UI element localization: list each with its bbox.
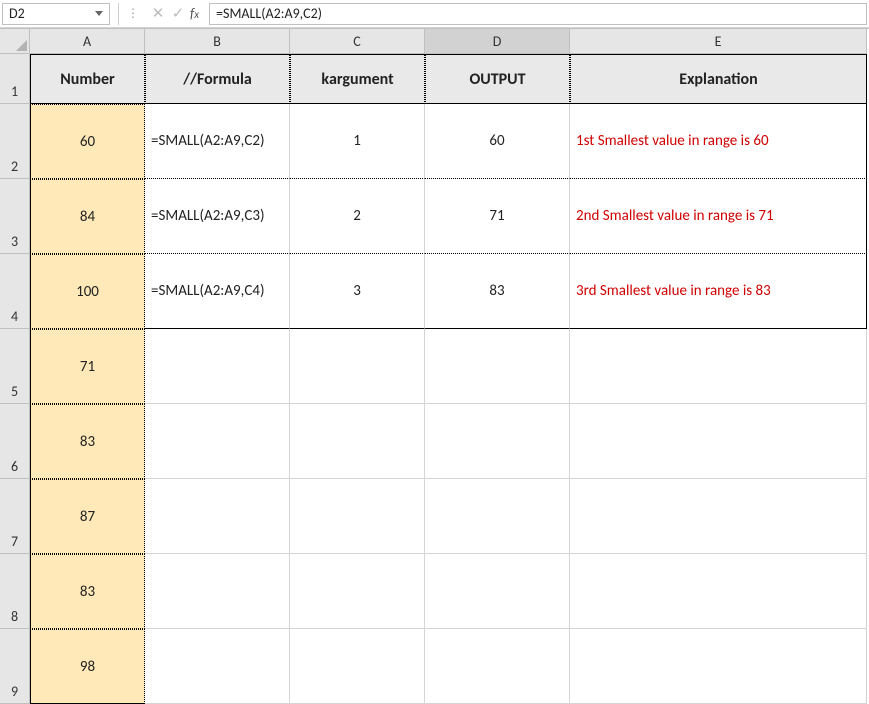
- cell-D3[interactable]: 71: [425, 179, 570, 254]
- cell-E4[interactable]: 3rd Smallest value in range is 83: [570, 254, 867, 329]
- chevron-down-icon[interactable]: [95, 11, 103, 16]
- dots-icon: ⋮: [127, 6, 140, 21]
- cell-E5[interactable]: [570, 329, 867, 404]
- cell-E8[interactable]: [570, 554, 867, 629]
- cell-A2[interactable]: 60: [30, 104, 145, 179]
- name-box[interactable]: D2: [2, 3, 110, 25]
- header-formula[interactable]: //Formula: [145, 54, 290, 104]
- cell-E3[interactable]: 2nd Smallest value in range is 71: [570, 179, 867, 254]
- cell-A3[interactable]: 84: [30, 179, 145, 254]
- row-head-1[interactable]: 1: [0, 54, 30, 104]
- select-all-corner[interactable]: [0, 29, 30, 54]
- active-cell-ref: D2: [9, 5, 25, 22]
- header-number[interactable]: Number: [30, 54, 145, 104]
- header-kargument[interactable]: k argument: [290, 54, 425, 104]
- cell-D8[interactable]: [425, 554, 570, 629]
- cell-A5[interactable]: 71: [30, 329, 145, 404]
- cell-B7[interactable]: [145, 479, 290, 554]
- cell-C3[interactable]: 2: [290, 179, 425, 254]
- cell-C9[interactable]: [290, 629, 425, 704]
- col-head-C[interactable]: C: [290, 29, 425, 54]
- cell-D7[interactable]: [425, 479, 570, 554]
- cell-A6[interactable]: 83: [30, 404, 145, 479]
- cancel-icon[interactable]: ✕: [148, 3, 168, 25]
- enter-check-icon[interactable]: ✓: [168, 3, 188, 25]
- cell-B5[interactable]: [145, 329, 290, 404]
- cell-B6[interactable]: [145, 404, 290, 479]
- cell-A4[interactable]: 100: [30, 254, 145, 329]
- row-head-8[interactable]: 8: [0, 554, 30, 629]
- row-head-9[interactable]: 9: [0, 629, 30, 704]
- cell-C7[interactable]: [290, 479, 425, 554]
- cell-D9[interactable]: [425, 629, 570, 704]
- separator: [118, 3, 119, 25]
- formula-input[interactable]: =SMALL(A2:A9,C2): [209, 3, 867, 25]
- cell-B4[interactable]: =SMALL(A2:A9,C4): [145, 254, 290, 329]
- cell-E9[interactable]: [570, 629, 867, 704]
- cell-C5[interactable]: [290, 329, 425, 404]
- header-explanation[interactable]: Explanation: [570, 54, 867, 104]
- spreadsheet-grid[interactable]: A B C D E 1 Number //Formula k argument …: [0, 28, 869, 704]
- cell-D5[interactable]: [425, 329, 570, 404]
- cell-A7[interactable]: 87: [30, 479, 145, 554]
- cell-A8[interactable]: 83: [30, 554, 145, 629]
- row-head-5[interactable]: 5: [0, 329, 30, 404]
- fx-icon[interactable]: fx: [190, 5, 199, 22]
- col-head-B[interactable]: B: [145, 29, 290, 54]
- cell-D6[interactable]: [425, 404, 570, 479]
- col-head-E[interactable]: E: [570, 29, 867, 54]
- cell-D4[interactable]: 83: [425, 254, 570, 329]
- cell-E2[interactable]: 1st Smallest value in range is 60: [570, 104, 867, 179]
- cell-B9[interactable]: [145, 629, 290, 704]
- cell-B3[interactable]: =SMALL(A2:A9,C3): [145, 179, 290, 254]
- cell-B2[interactable]: =SMALL(A2:A9,C2): [145, 104, 290, 179]
- cell-E7[interactable]: [570, 479, 867, 554]
- row-head-7[interactable]: 7: [0, 479, 30, 554]
- col-head-D[interactable]: D: [425, 29, 570, 54]
- cell-C2[interactable]: 1: [290, 104, 425, 179]
- row-head-4[interactable]: 4: [0, 254, 30, 329]
- cell-C6[interactable]: [290, 404, 425, 479]
- formula-text: =SMALL(A2:A9,C2): [216, 5, 322, 22]
- cell-A9[interactable]: 98: [30, 629, 145, 704]
- cell-C8[interactable]: [290, 554, 425, 629]
- cell-C4[interactable]: 3: [290, 254, 425, 329]
- col-head-A[interactable]: A: [30, 29, 145, 54]
- cell-E6[interactable]: [570, 404, 867, 479]
- row-head-2[interactable]: 2: [0, 104, 30, 179]
- row-head-3[interactable]: 3: [0, 179, 30, 254]
- row-head-6[interactable]: 6: [0, 404, 30, 479]
- header-output[interactable]: OUTPUT: [425, 54, 570, 104]
- formula-bar: D2 ⋮ ✕ ✓ fx =SMALL(A2:A9,C2): [0, 0, 869, 28]
- cell-D2[interactable]: 60: [425, 104, 570, 179]
- cell-B8[interactable]: [145, 554, 290, 629]
